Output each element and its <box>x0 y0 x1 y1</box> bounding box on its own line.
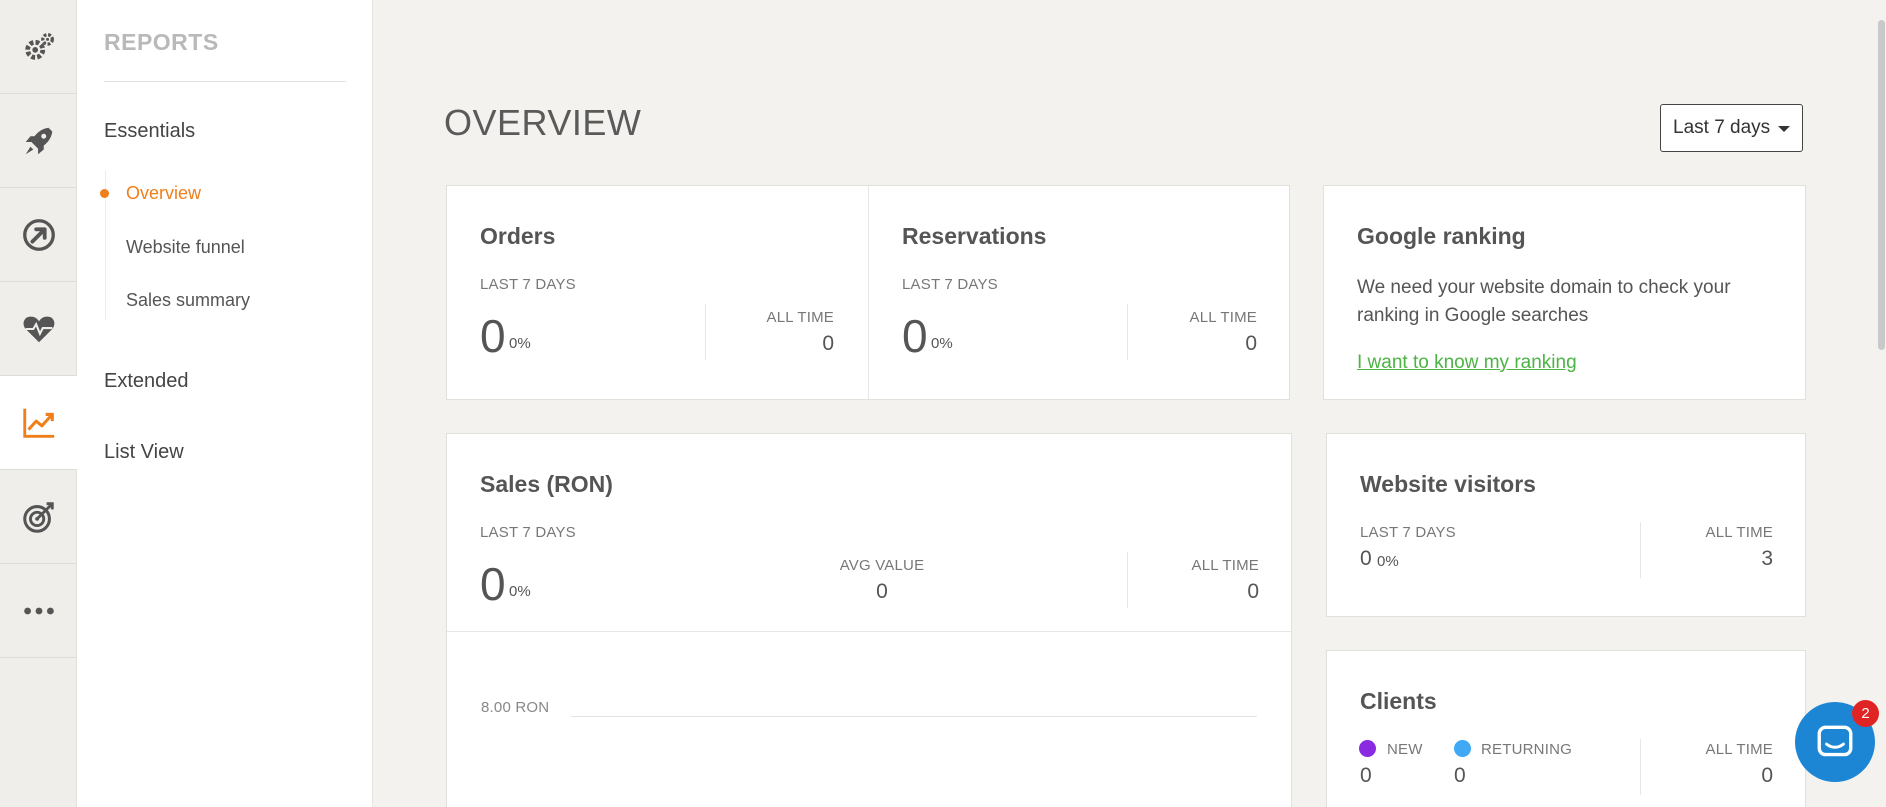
clients-new-value: 0 <box>1360 764 1372 787</box>
sales-alltime-value: 0 <box>1247 580 1259 603</box>
sales-alltime-label: ALL TIME <box>1191 557 1259 574</box>
rail-promote[interactable] <box>0 188 77 282</box>
active-dot <box>100 189 109 198</box>
visitors-period-label: LAST 7 DAYS <box>1360 524 1456 541</box>
clients-alltime-value: 0 <box>1761 764 1773 787</box>
sales-title: Sales (RON) <box>480 471 613 497</box>
visitors-alltime-value: 3 <box>1761 547 1773 570</box>
reservations-value: 0 <box>902 310 928 362</box>
sales-period-label: LAST 7 DAYS <box>480 524 576 541</box>
sidebar-group-extended[interactable]: Extended <box>104 370 189 393</box>
sidebar-item-sales-summary[interactable]: Sales summary <box>126 290 250 311</box>
more-dots-icon <box>23 607 54 614</box>
sales-chart-gridline <box>571 716 1257 717</box>
google-ranking-link[interactable]: I want to know my ranking <box>1357 352 1577 374</box>
caret-down-icon <box>1778 126 1790 132</box>
sales-separator <box>1127 552 1128 608</box>
rocket-icon <box>25 127 52 154</box>
reservations-period-label: LAST 7 DAYS <box>902 276 998 293</box>
icon-rail <box>0 0 77 807</box>
orders-alltime-value: 0 <box>822 332 834 355</box>
reports-sidebar: REPORTS Essentials Overview Website funn… <box>77 0 373 807</box>
sales-chart-divider <box>447 631 1291 632</box>
reservations-title: Reservations <box>902 223 1047 249</box>
orders-separator <box>705 304 706 360</box>
heart-pulse-icon <box>23 316 54 342</box>
sales-pct: 0% <box>509 583 531 600</box>
clients-returning-value: 0 <box>1454 764 1466 787</box>
rail-launch[interactable] <box>0 94 77 188</box>
visitors-pct: 0% <box>1377 553 1399 570</box>
date-range-select[interactable]: Last 7 days <box>1660 104 1803 152</box>
chart-line-icon <box>22 408 54 438</box>
visitors-alltime-label: ALL TIME <box>1705 524 1773 541</box>
sidebar-item-overview[interactable]: Overview <box>126 183 201 204</box>
page-title: OVERVIEW <box>444 102 642 143</box>
gears-icon <box>24 32 54 60</box>
google-ranking-text: We need your website domain to check you… <box>1357 277 1731 326</box>
clients-separator <box>1640 739 1641 795</box>
scrollbar-thumb[interactable] <box>1878 20 1885 350</box>
sales-avg-value: 0 <box>876 580 888 603</box>
sales-card: Sales (RON) LAST 7 DAYS 0 0% AVG VALUE 0… <box>446 433 1292 807</box>
clients-returning-label: RETURNING <box>1481 741 1572 758</box>
clients-new-label: NEW <box>1387 741 1423 758</box>
reservations-alltime-value: 0 <box>1245 332 1257 355</box>
chat-unread-badge: 2 <box>1852 700 1879 727</box>
sales-value: 0 <box>480 558 506 610</box>
clients-alltime-label: ALL TIME <box>1705 741 1773 758</box>
orders-pct: 0% <box>509 335 531 352</box>
sidebar-item-website-funnel[interactable]: Website funnel <box>126 237 245 258</box>
reservations-pct: 0% <box>931 335 953 352</box>
card-divider <box>868 186 869 399</box>
google-ranking-title: Google ranking <box>1357 223 1526 249</box>
orders-period-label: LAST 7 DAYS <box>480 276 576 293</box>
visitors-title: Website visitors <box>1360 471 1536 497</box>
rail-reports[interactable] <box>0 376 77 470</box>
reservations-alltime-label: ALL TIME <box>1189 309 1257 326</box>
chat-icon <box>1817 725 1853 757</box>
sales-chart-tick: 8.00 RON <box>481 699 550 716</box>
new-legend-dot <box>1359 740 1376 757</box>
arrow-circle-icon <box>22 218 55 251</box>
rail-marketing[interactable] <box>0 470 77 564</box>
rail-more[interactable] <box>0 564 77 658</box>
google-ranking-card: Google ranking We need your website doma… <box>1323 185 1806 400</box>
sidebar-group-essentials[interactable]: Essentials <box>104 120 195 143</box>
target-icon <box>22 501 54 533</box>
rail-settings[interactable] <box>0 0 77 94</box>
visitors-separator <box>1640 522 1641 578</box>
sidebar-title: REPORTS <box>104 29 219 55</box>
orders-value: 0 <box>480 310 506 362</box>
sales-avg-label: AVG VALUE <box>839 557 925 574</box>
clients-title: Clients <box>1360 688 1437 714</box>
orders-reservations-card: Orders LAST 7 DAYS 0 0% ALL TIME 0 Reser… <box>446 185 1290 400</box>
returning-legend-dot <box>1454 740 1471 757</box>
rail-health[interactable] <box>0 282 77 376</box>
visitors-value: 0 <box>1360 547 1372 570</box>
sidebar-group-list-view[interactable]: List View <box>104 441 184 464</box>
reservations-separator <box>1127 304 1128 360</box>
orders-alltime-label: ALL TIME <box>766 309 834 326</box>
orders-title: Orders <box>480 223 556 249</box>
website-visitors-card: Website visitors LAST 7 DAYS 0 0% ALL TI… <box>1326 433 1806 617</box>
date-range-value: Last 7 days <box>1673 117 1771 138</box>
clients-card: Clients NEW 0 RETURNING 0 ALL TIME 0 <box>1326 650 1806 807</box>
sidebar-divider <box>104 81 346 82</box>
